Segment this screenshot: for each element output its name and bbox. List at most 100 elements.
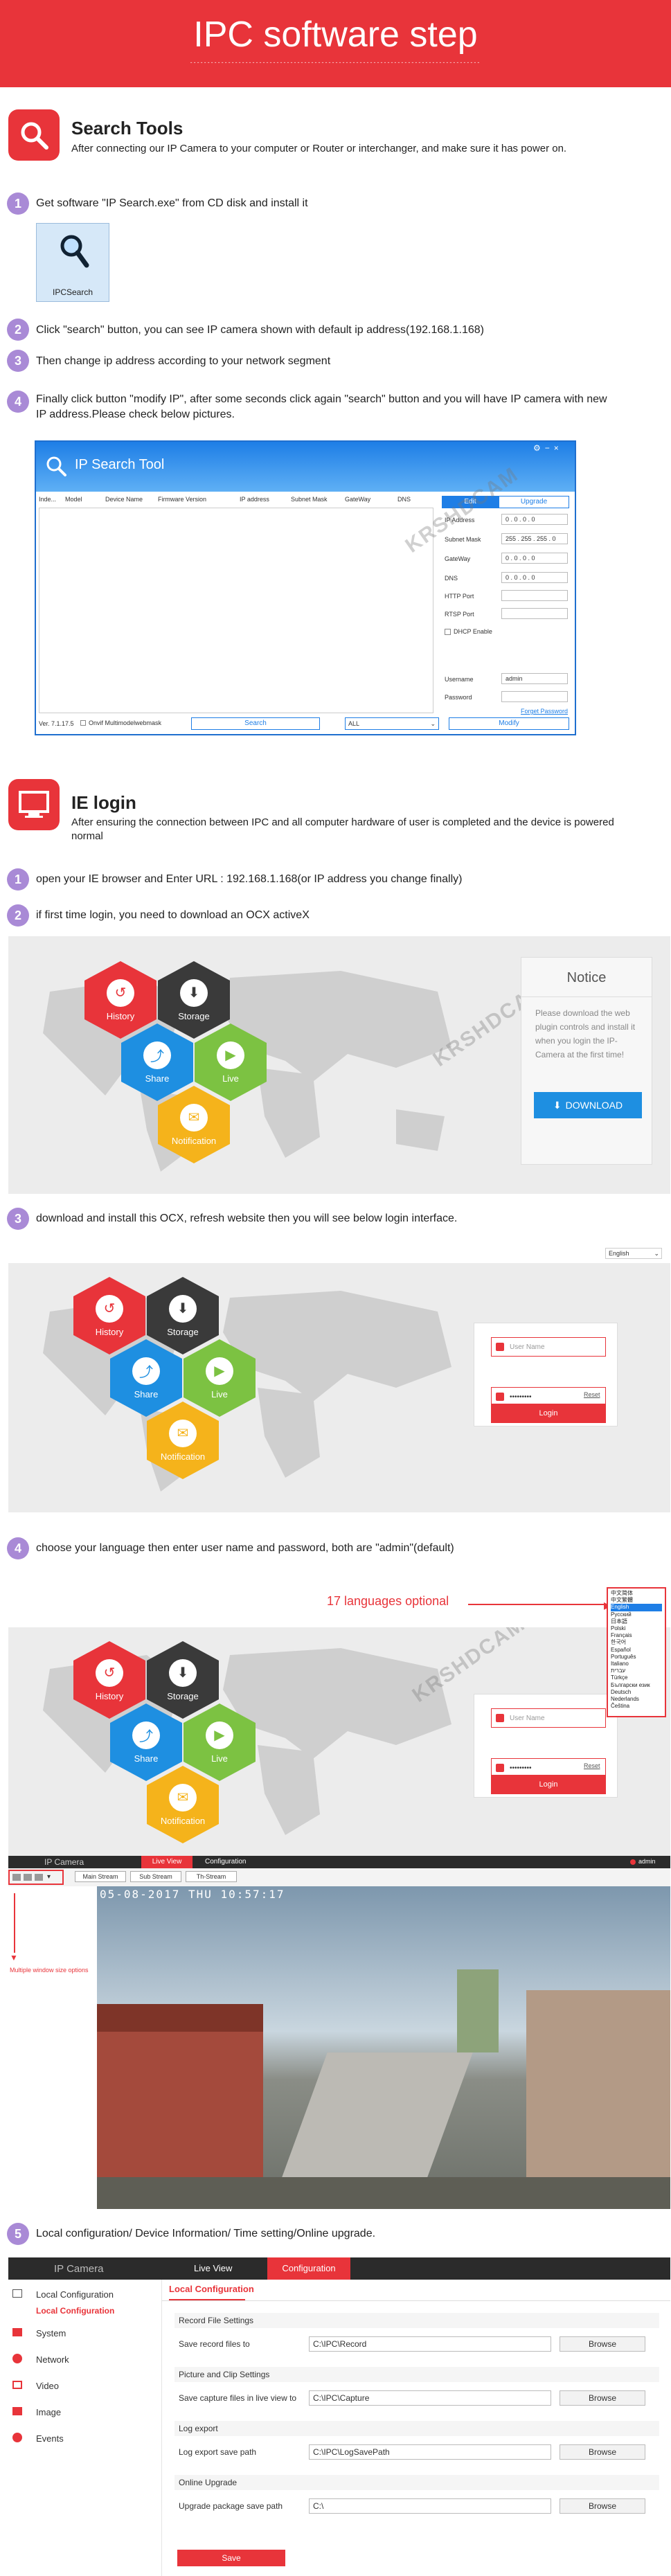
record-path-label: Save record files to [179, 2339, 250, 2349]
col-dns: DNS [397, 496, 411, 503]
http-port-input[interactable] [501, 590, 568, 601]
callout-arrow-line [468, 1604, 607, 1605]
camera-video-feed[interactable]: 05-08-2017 THU 10:57:17 [97, 1886, 670, 2209]
log-browse-button[interactable]: Browse [560, 2444, 645, 2460]
language-option[interactable]: Polski [611, 1625, 662, 1632]
language-option[interactable]: Español [611, 1647, 662, 1654]
search-button[interactable]: Search [191, 717, 320, 730]
live-view-area: ▼ Multiple window size options 05-08-201… [8, 1886, 670, 2210]
warehouse-roof [282, 2052, 473, 2177]
device-table-body[interactable] [39, 508, 433, 713]
lock-icon [496, 1764, 504, 1772]
sidebar-item-local-configuration[interactable]: Local Configuration [8, 2285, 162, 2303]
hex-label: Storage [167, 1690, 199, 1701]
language-option[interactable]: Русский [611, 1611, 662, 1618]
sidebar-item-label: Image [36, 2407, 62, 2417]
modify-button[interactable]: Modify [449, 717, 569, 730]
language-option[interactable]: 中文简体 [611, 1590, 662, 1597]
language-option-selected[interactable]: English [611, 1604, 662, 1611]
log-path-input[interactable]: C:\IPC\LogSavePath [309, 2444, 551, 2460]
language-option[interactable]: Français [611, 1632, 662, 1639]
search-tools-icon [8, 109, 60, 161]
download-button[interactable]: ⬇ DOWNLOAD [534, 1092, 642, 1118]
search-tools-title: Search Tools [71, 118, 184, 138]
language-option[interactable]: Čeština [611, 1703, 662, 1710]
ipcsearch-app-icon[interactable]: IPCSearch [36, 223, 109, 302]
dhcp-checkbox[interactable] [445, 629, 451, 635]
hex-label: Storage [178, 1010, 210, 1021]
language-option[interactable]: Português [611, 1654, 662, 1661]
nav-live-view[interactable]: Live View [194, 2263, 232, 2273]
window-controls[interactable]: ⚙−× [533, 443, 563, 453]
filter-select[interactable]: ALL ⌄ [345, 717, 439, 730]
record-browse-button[interactable]: Browse [560, 2336, 645, 2352]
login-button[interactable]: Login [491, 1775, 606, 1794]
user-icon [496, 1343, 504, 1351]
hex-label: Storage [167, 1326, 199, 1337]
reset-link[interactable]: Reset [584, 1391, 600, 1398]
banner-title: IPC software step [193, 15, 478, 55]
language-option[interactable]: Italiano [611, 1661, 662, 1667]
banner-subtitle: ----------------------------------------… [190, 59, 481, 66]
hex-label: History [95, 1690, 124, 1701]
rtsp-port-input[interactable] [501, 608, 568, 619]
ie-login-title: IE login [71, 792, 136, 813]
language-select[interactable]: English ⌄ [605, 1248, 662, 1259]
sidebar-item-image[interactable]: Image [8, 2403, 162, 2421]
step-text: Finally click button "modify IP", after … [36, 393, 607, 420]
chevron-down-icon[interactable]: ▾ [47, 1873, 51, 1881]
config-tab-local[interactable]: Local Configuration [169, 2284, 254, 2294]
capture-path-input[interactable]: C:\IPC\Capture [309, 2390, 551, 2406]
username-field[interactable]: User Name [491, 1708, 606, 1728]
layout-9-icon[interactable] [35, 1874, 43, 1881]
window-size-controls[interactable]: ▾ [8, 1870, 64, 1885]
language-option[interactable]: Nederlands [611, 1696, 662, 1703]
sidebar-item-system[interactable]: System [8, 2324, 162, 2342]
tab-upgrade[interactable]: Upgrade [499, 496, 569, 508]
storage-icon: ⬇ [169, 1294, 197, 1323]
username-field[interactable]: User Name [491, 1337, 606, 1357]
sidebar-item-network[interactable]: Network [8, 2350, 162, 2368]
onvif-checkbox[interactable] [80, 720, 86, 726]
language-option[interactable]: 中文繁體 [611, 1597, 662, 1604]
login-panel: ↺ History ⬇ Storage ⤴ Share ▶ Live ✉ Notifica… [8, 1263, 670, 1512]
col-ip: IP address [240, 496, 269, 503]
language-option[interactable]: Български език [611, 1682, 662, 1689]
gateway-label: GateWay [445, 555, 471, 562]
language-dropdown-list[interactable]: 中文简体 中文繁體 English Русский 日本語 Polski Fra… [607, 1587, 666, 1717]
save-button[interactable]: Save [177, 2550, 285, 2566]
main-stream-button[interactable]: Main Stream [75, 1871, 126, 1882]
reset-link[interactable]: Reset [584, 1762, 600, 1769]
language-option[interactable]: 日本語 [611, 1618, 662, 1625]
layout-4-icon[interactable] [24, 1874, 32, 1881]
language-option[interactable]: Türkçe [611, 1674, 662, 1681]
layout-1-icon[interactable] [12, 1874, 21, 1881]
password-input[interactable] [501, 691, 568, 702]
share-icon: ⤴ [132, 1357, 160, 1385]
th-stream-button[interactable]: Th-Stream [186, 1871, 237, 1882]
nav-configuration[interactable]: Configuration [267, 2257, 350, 2280]
upgrade-path-input[interactable]: C:\ [309, 2498, 551, 2514]
sub-stream-button[interactable]: Sub Stream [130, 1871, 181, 1882]
login-button[interactable]: Login [491, 1404, 606, 1423]
subnet-mask-input[interactable]: 255 . 255 . 255 . 0 [501, 533, 568, 544]
forget-password-link[interactable]: Forget Password [521, 708, 568, 715]
language-option[interactable]: 한국어 [611, 1639, 662, 1646]
upgrade-browse-button[interactable]: Browse [560, 2498, 645, 2514]
step-text: download and install this OCX, refresh w… [36, 1213, 458, 1224]
nav-live-view[interactable]: Live View [141, 1856, 193, 1868]
gateway-input[interactable]: 0 . 0 . 0 . 0 [501, 553, 568, 564]
user-name[interactable]: admin [638, 1858, 656, 1865]
language-option[interactable]: Deutsch [611, 1689, 662, 1696]
ip-address-input[interactable]: 0 . 0 . 0 . 0 [501, 514, 568, 525]
record-path-input[interactable]: C:\IPC\Record [309, 2336, 551, 2352]
nav-configuration[interactable]: Configuration [205, 1858, 246, 1866]
sidebar-subitem-local-configuration[interactable]: Local Configuration [36, 2306, 114, 2316]
image-icon [12, 2407, 22, 2415]
username-input[interactable]: admin [501, 673, 568, 684]
capture-browse-button[interactable]: Browse [560, 2390, 645, 2406]
dns-input[interactable]: 0 . 0 . 0 . 0 [501, 572, 568, 583]
sidebar-item-video[interactable]: Video [8, 2377, 162, 2395]
sidebar-item-events[interactable]: Events [8, 2429, 162, 2447]
language-option[interactable]: עברית [611, 1667, 662, 1674]
